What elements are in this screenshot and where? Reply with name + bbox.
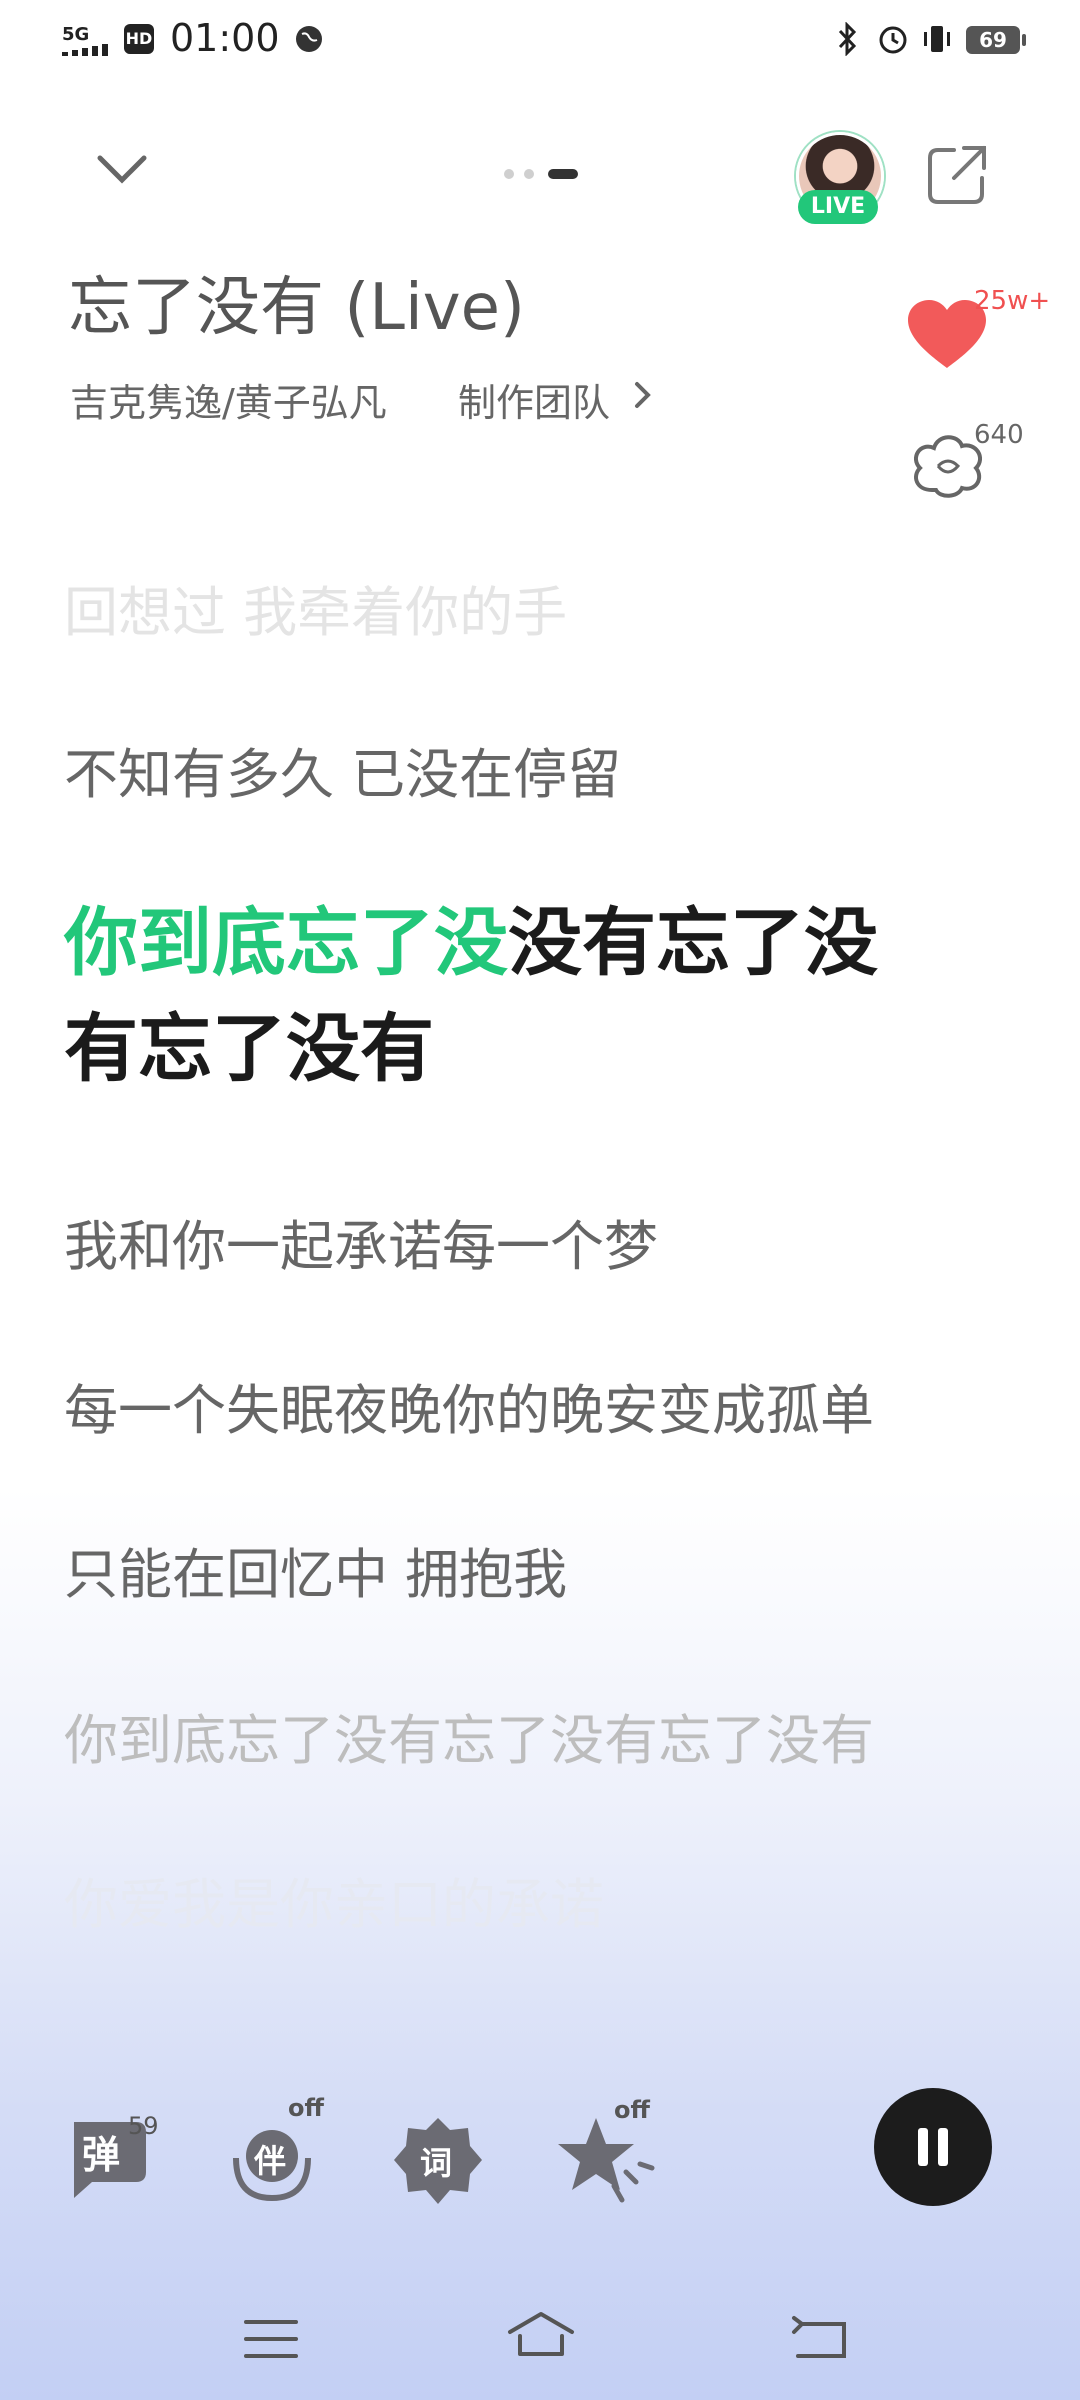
effect-state: off bbox=[614, 2096, 650, 2124]
collapse-chevron-icon[interactable] bbox=[94, 150, 150, 190]
vibrate-icon bbox=[924, 26, 950, 52]
chevron-right-icon[interactable] bbox=[632, 378, 654, 412]
like-count: 25w+ bbox=[974, 286, 1051, 316]
lyric-current-line[interactable]: 你到底忘了没没有忘了没有忘了没有 bbox=[64, 890, 944, 1102]
page-dot bbox=[504, 169, 514, 179]
battery-icon: 69 bbox=[966, 26, 1026, 54]
page-dot-active bbox=[548, 169, 578, 179]
lyric-line[interactable]: 不知有多久 已没在停留 bbox=[64, 730, 621, 809]
production-team-link[interactable]: 制作团队 bbox=[458, 372, 610, 427]
bluetooth-icon bbox=[838, 22, 857, 56]
page-dot bbox=[524, 169, 534, 179]
danmaku-count: 59 bbox=[128, 2112, 159, 2140]
lyric-line[interactable]: 只能在回忆中 拥抱我 bbox=[64, 1530, 567, 1609]
live-badge[interactable]: LIVE bbox=[798, 190, 878, 224]
accompaniment-state: off bbox=[288, 2094, 324, 2122]
lyric-sung-part: 你到底忘了没 bbox=[64, 900, 508, 986]
globe-icon bbox=[296, 26, 322, 52]
page-indicator bbox=[500, 166, 590, 180]
signal-icon bbox=[62, 44, 108, 56]
lyric-line[interactable]: 你爱我是你亲口的承诺 bbox=[64, 1860, 604, 1939]
lyrics-mode-label: 词 bbox=[420, 2144, 453, 2182]
home-icon[interactable] bbox=[506, 2310, 576, 2360]
lyric-line[interactable]: 每一个失眠夜晚你的晚安变成孤单 bbox=[64, 1366, 874, 1445]
alarm-icon bbox=[879, 26, 907, 54]
danmaku-label: 弹 bbox=[82, 2133, 121, 2177]
share-icon[interactable] bbox=[924, 142, 990, 208]
star-icon bbox=[558, 2118, 655, 2203]
menu-icon[interactable] bbox=[236, 2314, 306, 2364]
network-type: 5G bbox=[62, 24, 90, 45]
pause-button[interactable] bbox=[874, 2088, 992, 2206]
lyric-line[interactable]: 回想过 我牵着你的手 bbox=[64, 568, 567, 647]
lyrics-mode-button[interactable]: 词 bbox=[388, 2112, 488, 2212]
effect-button[interactable] bbox=[556, 2110, 656, 2210]
song-title: 忘了没有 (Live) bbox=[68, 271, 525, 345]
status-bar: 5G HD 01:00 69 bbox=[0, 0, 1080, 84]
hd-icon: HD bbox=[124, 24, 154, 54]
comment-count: 640 bbox=[974, 420, 1024, 450]
accompaniment-label: 伴 bbox=[254, 2142, 287, 2180]
back-icon[interactable] bbox=[788, 2314, 858, 2364]
lyric-line[interactable]: 你到底忘了没有忘了没有忘了没有 bbox=[64, 1696, 874, 1775]
clock: 01:00 bbox=[170, 16, 280, 60]
lyric-line[interactable]: 我和你一起承诺每一个梦 bbox=[64, 1202, 658, 1281]
artist-names[interactable]: 吉克隽逸/黄子弘凡 bbox=[70, 372, 387, 427]
